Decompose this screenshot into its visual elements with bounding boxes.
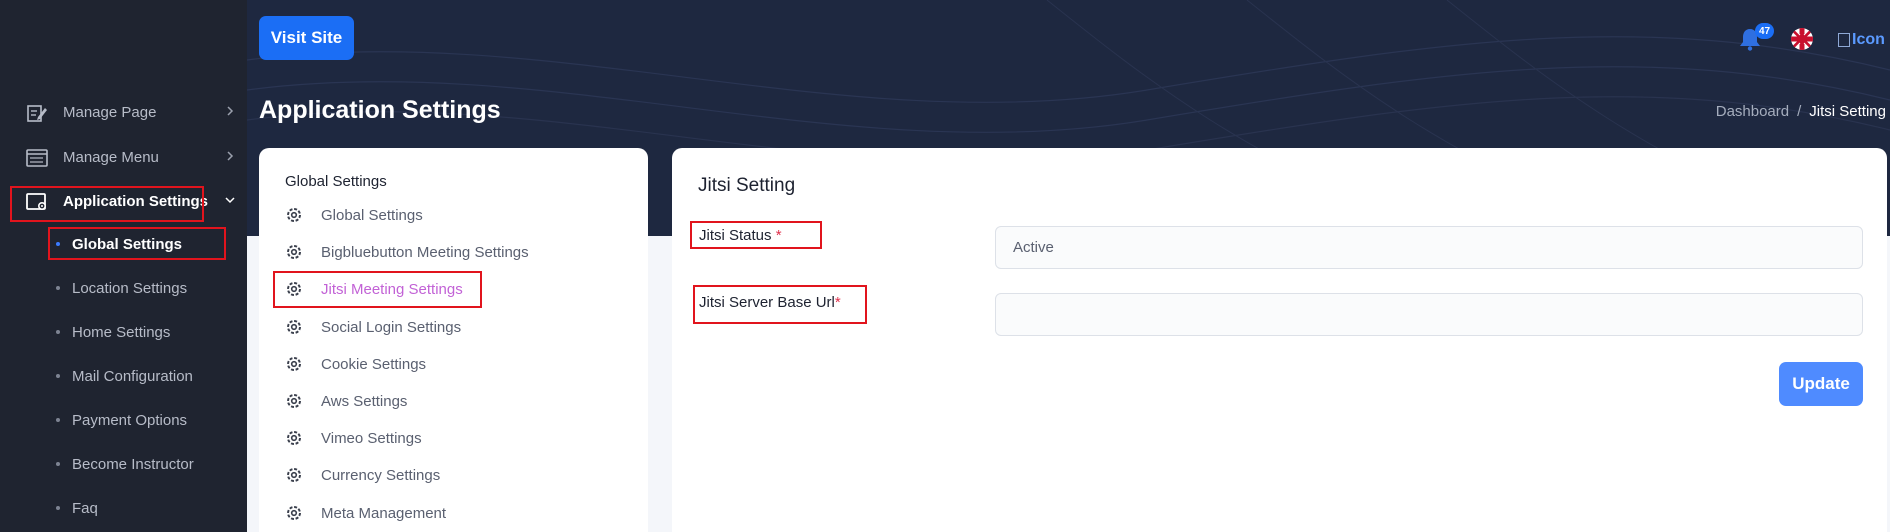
menu-list-icon [26, 149, 48, 167]
bullet-icon [56, 506, 60, 510]
breadcrumb-dashboard-link[interactable]: Dashboard [1716, 103, 1789, 120]
menu-link-label: Vimeo Settings [321, 429, 422, 447]
sidebar-item-label: Manage Menu [63, 148, 159, 166]
jitsi-base-url-input[interactable] [995, 293, 1863, 336]
chevron-right-icon [227, 106, 234, 116]
menu-link-label: Social Login Settings [321, 318, 462, 336]
broken-image-icon [1838, 33, 1850, 47]
menu-link-jitsi-meeting-settings[interactable]: Jitsi Meeting Settings [285, 275, 463, 303]
sidebar-item-label: Application Settings [63, 192, 209, 210]
settings-menu-heading: Global Settings [285, 173, 387, 190]
settings-window-icon [26, 193, 47, 211]
menu-link-label: Jitsi Meeting Settings [321, 280, 463, 298]
gear-icon [287, 468, 301, 482]
gear-icon [287, 245, 301, 259]
bullet-icon [56, 286, 60, 290]
sidebar-subitem-label: Mail Configuration [72, 367, 193, 385]
sidebar-subitem-mail-configuration[interactable]: Mail Configuration [0, 358, 247, 394]
avatar-alt-text: Icon [1852, 31, 1885, 48]
edit-page-icon [27, 105, 47, 122]
menu-link-currency-settings[interactable]: Currency Settings [285, 461, 440, 489]
gear-icon [287, 208, 301, 222]
breadcrumb-separator: / [1797, 103, 1802, 120]
menu-link-meta-management[interactable]: Meta Management [285, 499, 446, 527]
visit-site-button[interactable]: Visit Site [259, 16, 354, 60]
bullet-icon [56, 374, 60, 378]
selected-value: Active [1013, 239, 1054, 256]
breadcrumb-current: Jitsi Setting [1809, 103, 1886, 120]
menu-link-social-login-settings[interactable]: Social Login Settings [285, 313, 461, 341]
menu-link-label: Bigbluebutton Meeting Settings [321, 243, 529, 261]
bullet-icon [56, 330, 60, 334]
jitsi-status-select[interactable]: Active [995, 226, 1863, 269]
label-text: Jitsi Server Base Url [699, 294, 835, 311]
settings-menu-card: Global Settings Global Settings Bigblueb… [259, 148, 648, 532]
sidebar-subitem-global-settings[interactable]: Global Settings [0, 226, 247, 262]
notification-badge: 47 [1755, 23, 1774, 39]
card-title: Jitsi Setting [698, 175, 796, 196]
bullet-icon [56, 462, 60, 466]
sidebar-subitem-location-settings[interactable]: Location Settings [0, 270, 247, 306]
breadcrumb: Dashboard / Jitsi Setting [1716, 103, 1886, 120]
sidebar-subitem-label: Payment Options [72, 411, 188, 429]
sidebar-subitem-home-settings[interactable]: Home Settings [0, 314, 247, 350]
required-marker: * [775, 227, 782, 244]
menu-link-cookie-settings[interactable]: Cookie Settings [285, 350, 426, 378]
sidebar-item-application-settings[interactable]: Application Settings [0, 181, 247, 221]
jitsi-status-label: Jitsi Status * [699, 227, 782, 244]
menu-link-vimeo-settings[interactable]: Vimeo Settings [285, 424, 422, 452]
menu-link-label: Currency Settings [321, 466, 441, 484]
sidebar-subitem-payment-options[interactable]: Payment Options [0, 402, 247, 438]
required-marker: * [834, 294, 841, 311]
menu-link-label: Meta Management [321, 504, 447, 522]
uk-flag-icon[interactable] [1791, 28, 1813, 50]
jitsi-base-url-label: Jitsi Server Base Url* [699, 294, 841, 311]
menu-link-bigbluebutton-settings[interactable]: Bigbluebutton Meeting Settings [285, 238, 529, 266]
gear-icon [287, 282, 301, 296]
gear-icon [287, 357, 301, 371]
menu-link-label: Global Settings [321, 206, 423, 224]
menu-link-aws-settings[interactable]: Aws Settings [285, 387, 407, 415]
sidebar-subitem-faq[interactable]: Faq [0, 490, 247, 526]
bullet-icon [56, 418, 60, 422]
menu-link-global-settings[interactable]: Global Settings [285, 201, 423, 229]
update-button[interactable]: Update [1779, 362, 1863, 406]
page-title: Application Settings [259, 96, 501, 124]
gear-icon [287, 394, 301, 408]
jitsi-setting-card: Jitsi Setting Jitsi Status * Active Jits… [672, 148, 1887, 532]
sidebar-item-manage-menu[interactable]: Manage Menu [0, 137, 247, 177]
chevron-right-icon [227, 151, 234, 161]
bullet-icon [56, 242, 60, 246]
gear-icon [287, 506, 301, 520]
label-text: Jitsi Status [699, 227, 772, 244]
gear-icon [287, 431, 301, 445]
chevron-down-icon [225, 197, 235, 204]
sidebar-subitem-label: Location Settings [72, 279, 188, 297]
sidebar: Manage Page Manage Menu Application Sett… [0, 0, 247, 532]
menu-link-label: Cookie Settings [321, 355, 427, 373]
user-avatar[interactable]: Icon [1838, 30, 1890, 50]
sidebar-item-label: Manage Page [63, 103, 157, 121]
gear-icon [287, 320, 301, 334]
sidebar-item-manage-page[interactable]: Manage Page [0, 92, 247, 132]
sidebar-subitem-become-instructor[interactable]: Become Instructor [0, 446, 247, 482]
sidebar-subitem-label: Global Settings [72, 235, 183, 253]
sidebar-subitem-label: Faq [72, 499, 98, 517]
sidebar-subitem-label: Become Instructor [72, 455, 194, 473]
menu-link-label: Aws Settings [321, 392, 408, 410]
sidebar-subitem-label: Home Settings [72, 323, 171, 341]
